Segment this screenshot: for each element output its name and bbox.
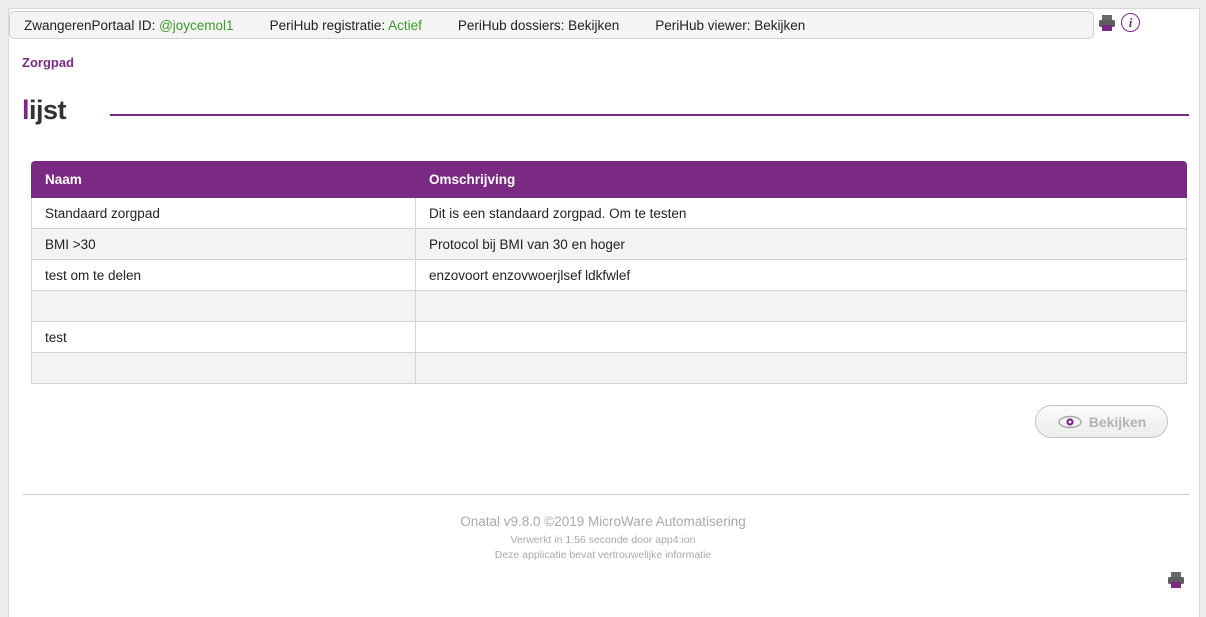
view-button[interactable]: Bekijken [1035, 405, 1168, 438]
page-title: l ijst [22, 95, 67, 126]
footer-divider [23, 494, 1189, 495]
cell-naam [32, 353, 416, 383]
view-button-label: Bekijken [1088, 413, 1147, 430]
perihub-dossiers-link[interactable]: PeriHub dossiers: Bekijken [458, 18, 619, 33]
footer-processing-time: Verwerkt in 1.56 seconde door app4:ion [510, 534, 696, 546]
footer: Onatal v9.8.0 ©2019 MicroWare Automatise… [0, 514, 1206, 563]
footer-confidential-notice: Deze applicatie bevat vertrouwelijke inf… [494, 549, 712, 561]
table-row[interactable] [31, 353, 1187, 384]
page-title-accent: l [22, 95, 30, 125]
cell-naam: test [32, 322, 416, 352]
table-row[interactable]: BMI >30 Protocol bij BMI van 30 en hoger [31, 229, 1187, 260]
toolbar-icons: i [1098, 13, 1140, 32]
cell-omschrijving: enzovoort enzovwoerjlsef ldkfwlef [429, 267, 631, 283]
cell-naam [32, 291, 416, 321]
cell-naam: Standaard zorgpad [32, 198, 416, 228]
portal-id-label: ZwangerenPortaal ID: [24, 17, 160, 33]
column-header-omschrijving[interactable]: Omschrijving [415, 172, 1187, 187]
portal-id: ZwangerenPortaal ID: @joycemol1 [24, 18, 234, 33]
breadcrumb[interactable]: Zorgpad [22, 55, 74, 70]
table-row[interactable]: test om te delen enzovoort enzovwoerjlse… [31, 260, 1187, 291]
cell-omschrijving [416, 291, 1186, 321]
info-icon[interactable]: i [1121, 13, 1140, 32]
footer-version: Onatal v9.8.0 ©2019 MicroWare Automatise… [460, 514, 746, 529]
table-row[interactable] [31, 291, 1187, 322]
column-header-naam[interactable]: Naam [31, 172, 415, 187]
portal-id-value[interactable]: @joycemol1 [159, 18, 233, 33]
eye-icon [1057, 414, 1083, 430]
status-bar: ZwangerenPortaal ID: @joycemol1 PeriHub … [9, 11, 1094, 39]
cell-naam: BMI >30 [32, 229, 416, 259]
perihub-registratie: PeriHub registratie: Actief [270, 18, 422, 33]
table-row[interactable]: Standaard zorgpad Dit is een standaard z… [31, 198, 1187, 229]
table-header: Naam Omschrijving [31, 161, 1187, 198]
zorgpad-table: Naam Omschrijving Standaard zorgpad Dit … [31, 161, 1187, 384]
print-icon[interactable] [1167, 571, 1185, 589]
cell-omschrijving: Dit is een standaard zorgpad. Om te test… [429, 205, 687, 221]
cell-omschrijving [416, 322, 1186, 352]
print-icon[interactable] [1098, 14, 1116, 32]
registratie-label: PeriHub registratie: [269, 17, 389, 33]
perihub-viewer-link[interactable]: PeriHub viewer: Bekijken [655, 18, 805, 33]
registratie-status: Actief [388, 17, 422, 33]
table-row[interactable]: test [31, 322, 1187, 353]
cell-omschrijving: Protocol bij BMI van 30 en hoger [429, 236, 625, 252]
cell-naam: test om te delen [32, 260, 416, 290]
page-title-text: ijst [29, 95, 67, 125]
title-divider [110, 114, 1189, 116]
cell-omschrijving [416, 353, 1186, 383]
